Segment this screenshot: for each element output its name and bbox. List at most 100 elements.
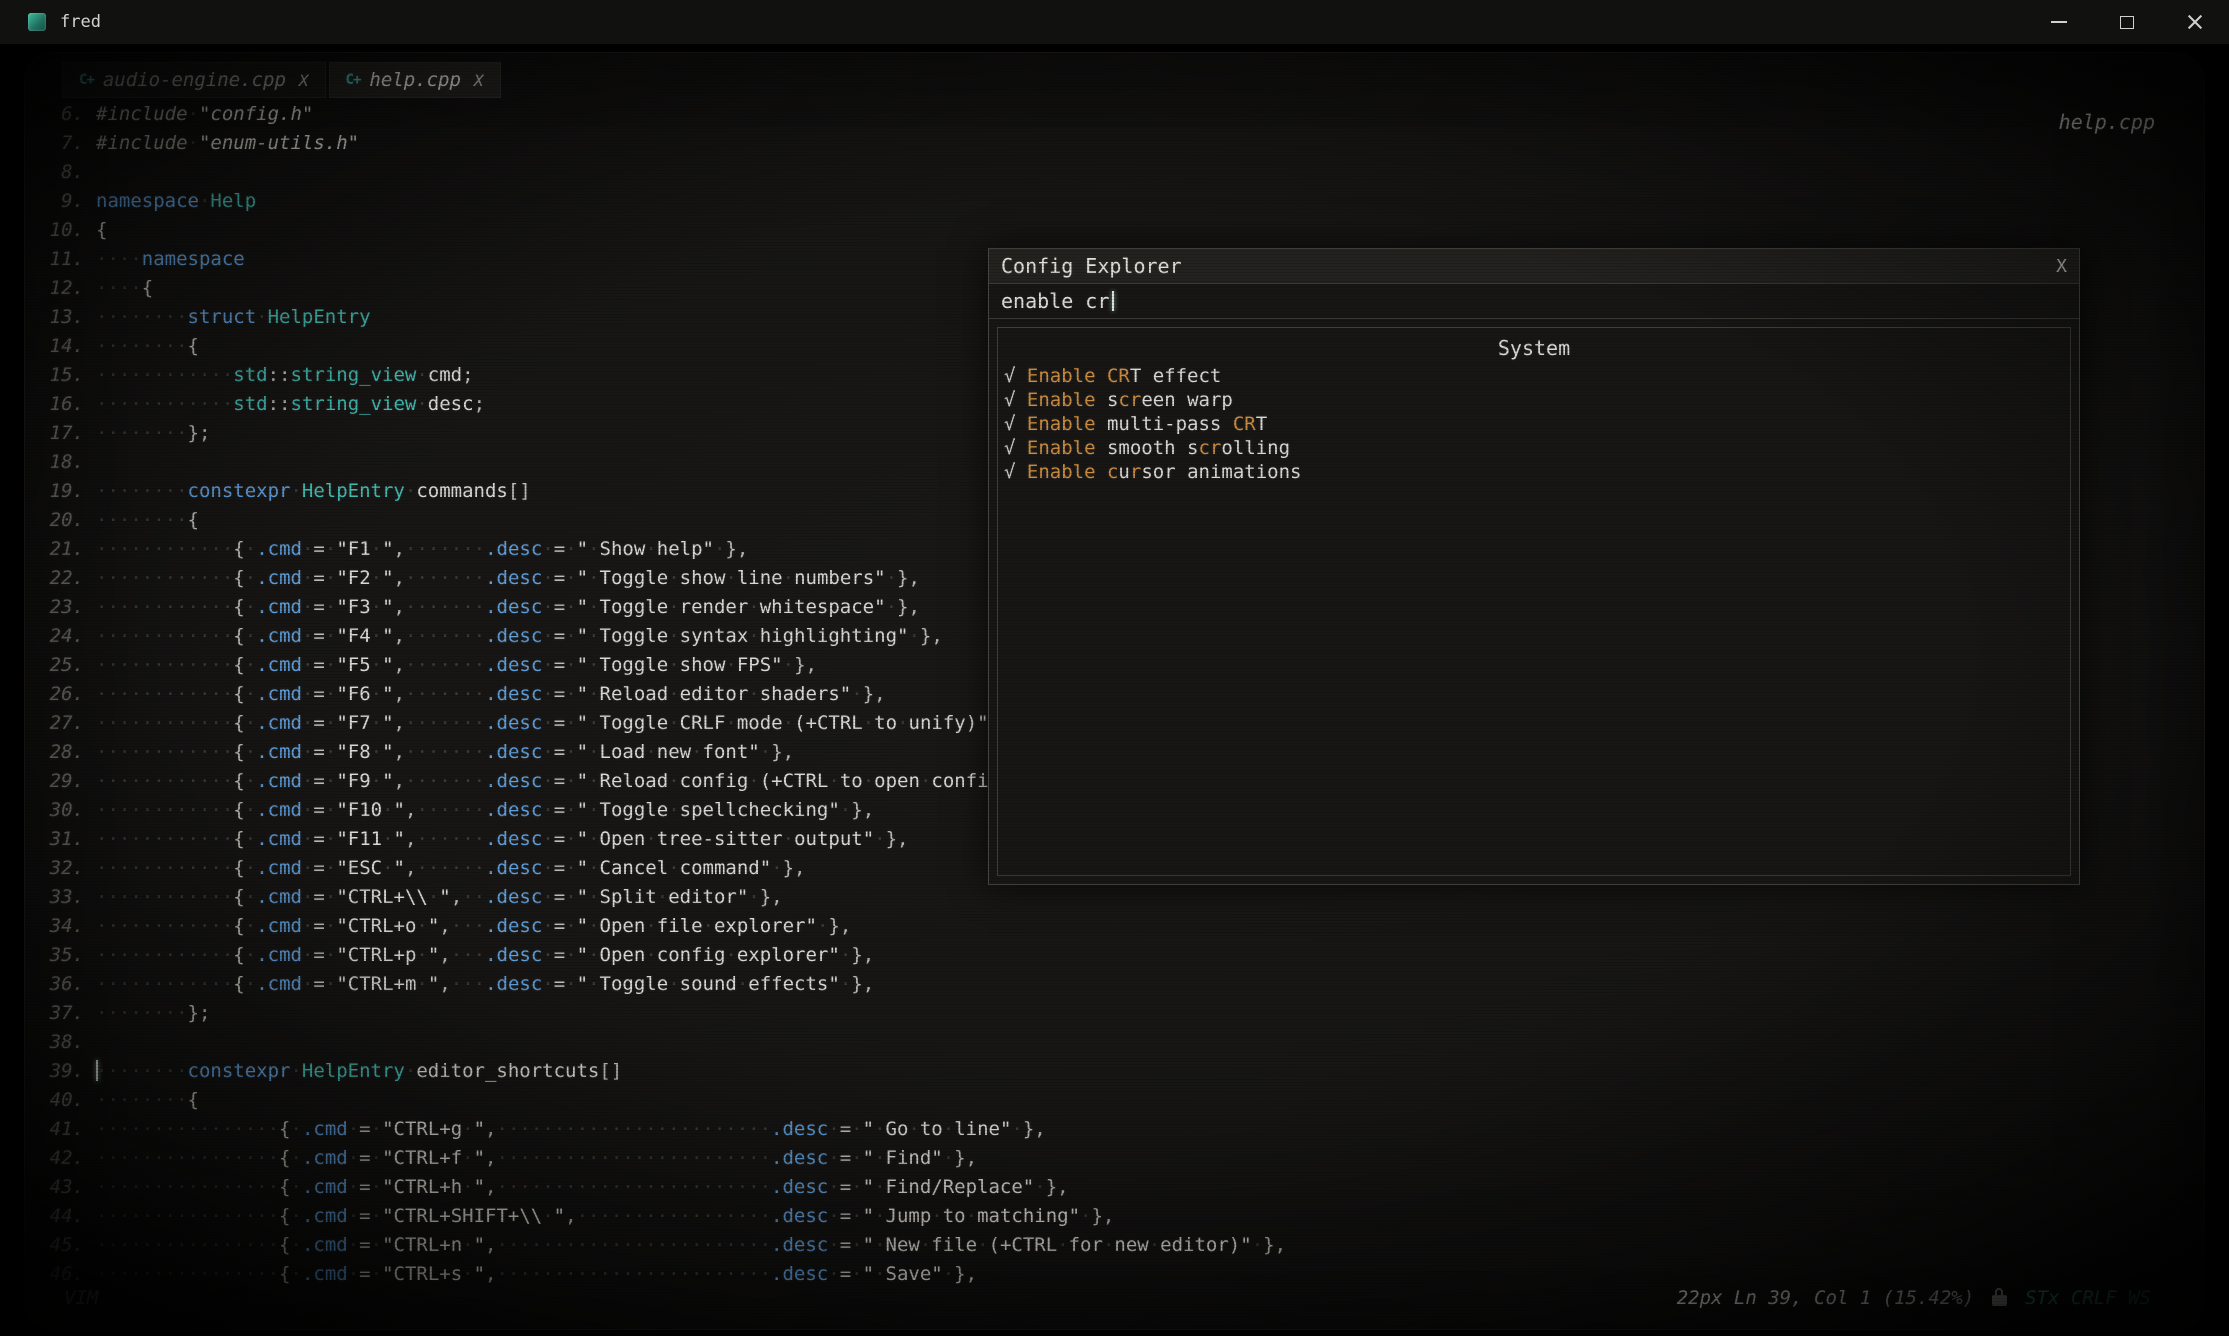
line-number: 18. [28, 448, 84, 477]
line-number: 28. [28, 738, 84, 767]
line-number: 12. [28, 274, 84, 303]
close-button[interactable] [2161, 0, 2229, 44]
code-line[interactable]: 33.············{·.cmd·=·"CTRL+\\·",··.de… [28, 883, 2219, 912]
line-number: 26. [28, 680, 84, 709]
status-bar: VIM 22px Ln 39, Col 1 (15.42%) STx CRLF … [64, 1284, 2151, 1312]
checkbox-checked-icon[interactable]: √ [1004, 389, 1027, 411]
option-label-text: een warp [1141, 389, 1233, 411]
match-highlight-text: r [1130, 461, 1141, 483]
config-option[interactable]: √ Enable screen warp [1004, 388, 2064, 412]
checkbox-checked-icon[interactable]: √ [1004, 365, 1027, 387]
code-line[interactable]: 36.············{·.cmd·=·"CTRL+m·",···.de… [28, 970, 2219, 999]
code-line[interactable]: 34.············{·.cmd·=·"CTRL+o·",···.de… [28, 912, 2219, 941]
vim-mode-indicator: VIM [64, 1287, 98, 1309]
editor-screen: C+audio-engine.cppXC+help.cppX help.cpp … [0, 44, 2229, 1336]
code-line[interactable]: 9.namespace·Help [28, 187, 2219, 216]
line-number: 32. [28, 854, 84, 883]
code-line[interactable]: 35.············{·.cmd·=·"CTRL+p·",···.de… [28, 941, 2219, 970]
code-line[interactable]: 6.#include·"config.h" [28, 100, 2219, 129]
line-number: 36. [28, 970, 84, 999]
config-option[interactable]: √ Enable smooth scrolling [1004, 436, 2064, 460]
code-line[interactable]: 44.················{·.cmd·=·"CTRL+SHIFT+… [28, 1202, 2219, 1231]
tab-bar: C+audio-engine.cppXC+help.cppX [62, 62, 501, 98]
code-line[interactable]: 43.················{·.cmd·=·"CTRL+h·",··… [28, 1173, 2219, 1202]
code-line[interactable]: 41.················{·.cmd·=·"CTRL+g·",··… [28, 1115, 2219, 1144]
line-number: 20. [28, 506, 84, 535]
option-label-text: T [1256, 413, 1267, 435]
code-line[interactable]: 38. [28, 1028, 2219, 1057]
maximize-button[interactable] [2093, 0, 2161, 44]
dialog-close-button[interactable]: X [2056, 256, 2067, 277]
match-highlight-text: Enable c [1027, 461, 1119, 483]
line-number: 38. [28, 1028, 84, 1057]
config-option[interactable]: √ Enable cursor animations [1004, 460, 2064, 484]
line-number: 25. [28, 651, 84, 680]
code-line[interactable]: 7.#include·"enum-utils.h" [28, 129, 2219, 158]
code-line[interactable]: 37.········}; [28, 999, 2219, 1028]
option-label-text: u [1118, 461, 1129, 483]
minimize-button[interactable] [2025, 0, 2093, 44]
line-number: 33. [28, 883, 84, 912]
tab-close-button[interactable]: X [474, 71, 484, 90]
option-label-text: smooth s [1107, 437, 1199, 459]
tab-help.cpp[interactable]: C+help.cppX [329, 62, 501, 98]
line-number: 39. [28, 1057, 84, 1086]
window-titlebar: fred [0, 0, 2229, 44]
window-controls [2025, 0, 2229, 44]
line-number: 27. [28, 709, 84, 738]
match-highlight-text: CR [1233, 413, 1256, 435]
dialog-title: Config Explorer [1001, 254, 1182, 278]
code-line[interactable]: 10.{ [28, 216, 2219, 245]
tab-label: audio-engine.cpp [103, 69, 286, 91]
window-title: fred [60, 12, 101, 32]
code-line[interactable]: 45.················{·.cmd·=·"CTRL+n·",··… [28, 1231, 2219, 1260]
line-number: 45. [28, 1231, 84, 1260]
close-icon [2187, 14, 2203, 30]
match-highlight-text: Enable CR [1027, 365, 1130, 387]
config-search-input[interactable]: enable cr [989, 284, 2079, 319]
config-option[interactable]: √ Enable multi-pass CRT [1004, 412, 2064, 436]
line-number: 42. [28, 1144, 84, 1173]
line-number: 17. [28, 419, 84, 448]
line-number: 15. [28, 361, 84, 390]
line-number: 11. [28, 245, 84, 274]
line-number: 9. [28, 187, 84, 216]
match-highlight-text: Enable [1027, 413, 1107, 435]
search-query-text: enable cr [1001, 289, 1109, 313]
line-number: 14. [28, 332, 84, 361]
dialog-titlebar: Config Explorer X [989, 249, 2079, 284]
minimize-icon [2051, 21, 2067, 23]
line-number: 31. [28, 825, 84, 854]
tab-audio-engine.cpp[interactable]: C+audio-engine.cppX [62, 62, 326, 98]
line-number: 7. [28, 129, 84, 158]
option-label-text: multi-pass [1107, 413, 1233, 435]
code-line[interactable]: 8. [28, 158, 2219, 187]
line-number: 8. [28, 158, 84, 187]
config-section-header: System [998, 336, 2070, 360]
line-number: 22. [28, 564, 84, 593]
line-number: 24. [28, 622, 84, 651]
checkbox-checked-icon[interactable]: √ [1004, 461, 1027, 483]
line-number: 10. [28, 216, 84, 245]
lock-icon [1992, 1295, 2007, 1306]
config-items: √ Enable CRT effect√ Enable screen warp√… [998, 360, 2070, 484]
match-highlight-text: cr [1118, 389, 1141, 411]
active-filename-overlay: help.cpp [2059, 110, 2155, 134]
match-highlight-text: cr [1198, 437, 1221, 459]
line-number: 6. [28, 100, 84, 129]
code-line[interactable]: 39.········constexpr·HelpEntry·editor_sh… [28, 1057, 2219, 1086]
cpp-file-icon: C+ [346, 72, 361, 88]
tab-close-button[interactable]: X [299, 71, 309, 90]
checkbox-checked-icon[interactable]: √ [1004, 413, 1027, 435]
line-number: 16. [28, 390, 84, 419]
match-highlight-text: Enable [1027, 389, 1107, 411]
code-line[interactable]: 40.········{ [28, 1086, 2219, 1115]
line-number: 34. [28, 912, 84, 941]
option-label-text: olling [1221, 437, 1290, 459]
line-number: 35. [28, 941, 84, 970]
option-label-text: T effect [1130, 365, 1222, 387]
config-option[interactable]: √ Enable CRT effect [1004, 364, 2064, 388]
config-explorer-dialog: Config Explorer X enable cr System √ Ena… [988, 248, 2080, 885]
code-line[interactable]: 42.················{·.cmd·=·"CTRL+f·",··… [28, 1144, 2219, 1173]
checkbox-checked-icon[interactable]: √ [1004, 437, 1027, 459]
